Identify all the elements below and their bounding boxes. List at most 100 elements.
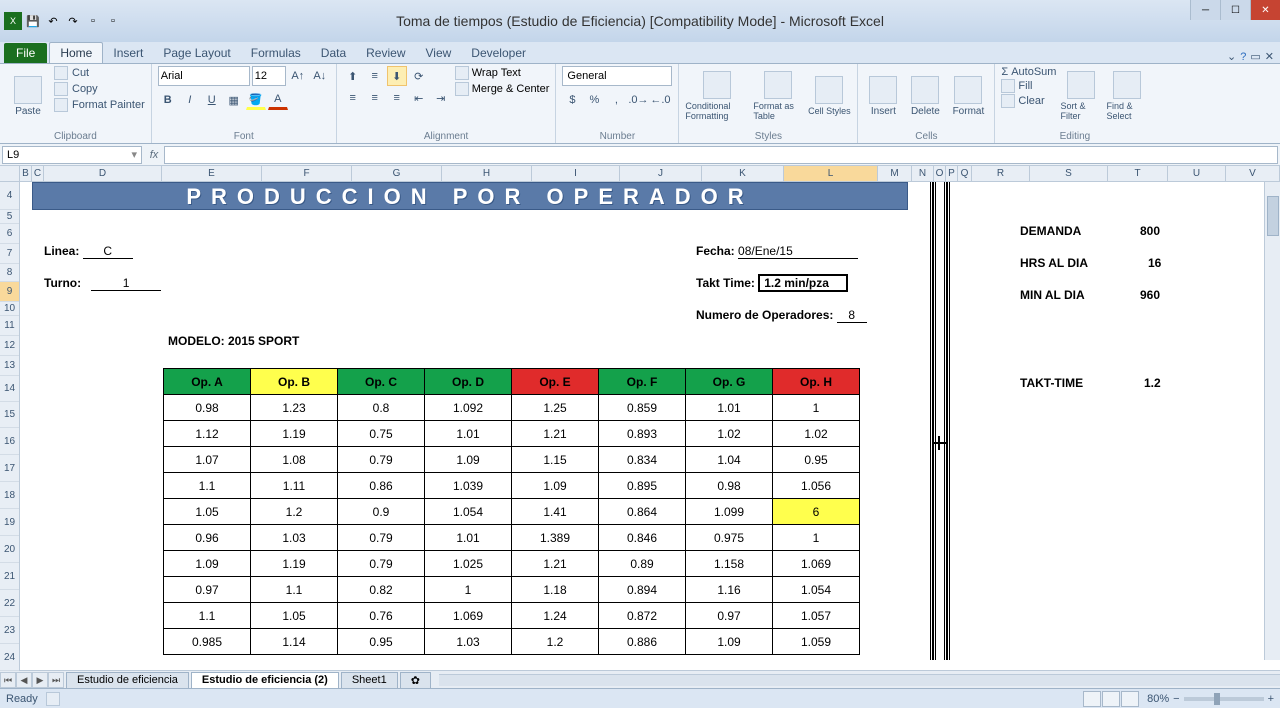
- scroll-thumb[interactable]: [1267, 196, 1279, 236]
- table-cell[interactable]: 1.039: [425, 473, 512, 499]
- underline-button[interactable]: U: [202, 90, 222, 110]
- column-header-T[interactable]: T: [1108, 166, 1168, 181]
- table-cell[interactable]: 1.099: [686, 499, 773, 525]
- table-cell[interactable]: 1.05: [251, 603, 338, 629]
- percent-icon[interactable]: %: [584, 90, 604, 110]
- column-header-O[interactable]: O: [934, 166, 946, 181]
- table-cell[interactable]: 1.01: [425, 421, 512, 447]
- column-header-K[interactable]: K: [702, 166, 784, 181]
- fx-icon[interactable]: fx: [144, 149, 164, 161]
- row-header-7[interactable]: 7: [0, 244, 19, 264]
- table-cell[interactable]: 0.872: [599, 603, 686, 629]
- row-header-22[interactable]: 22: [0, 590, 19, 617]
- table-cell[interactable]: 0.98: [686, 473, 773, 499]
- page-layout-view-button[interactable]: [1102, 691, 1120, 707]
- table-cell[interactable]: 1.069: [773, 551, 860, 577]
- row-header-18[interactable]: 18: [0, 482, 19, 509]
- row-header-19[interactable]: 19: [0, 509, 19, 536]
- maximize-button[interactable]: ☐: [1220, 0, 1250, 20]
- qat-icon-2[interactable]: ▫: [104, 12, 122, 30]
- row-header-21[interactable]: 21: [0, 563, 19, 590]
- column-header-P[interactable]: P: [946, 166, 958, 181]
- column-header-F[interactable]: F: [262, 166, 352, 181]
- table-cell[interactable]: 1.01: [425, 525, 512, 551]
- undo-icon[interactable]: ↶: [44, 12, 62, 30]
- tab-data[interactable]: Data: [311, 43, 356, 63]
- row-header-13[interactable]: 13: [0, 356, 19, 376]
- table-cell[interactable]: 0.79: [338, 447, 425, 473]
- comma-icon[interactable]: ,: [606, 90, 626, 110]
- sheet-tab[interactable]: Estudio de eficiencia: [66, 672, 189, 688]
- sheet-canvas[interactable]: PRODUCCION POR OPERADOR Linea: C Turno: …: [20, 182, 1280, 670]
- redo-icon[interactable]: ↷: [64, 12, 82, 30]
- sheet-nav-prev[interactable]: ◀: [16, 672, 32, 688]
- format-cells-button[interactable]: Format: [948, 66, 988, 126]
- table-cell[interactable]: 1.19: [251, 421, 338, 447]
- table-cell[interactable]: 1.056: [773, 473, 860, 499]
- bold-button[interactable]: B: [158, 90, 178, 110]
- table-cell[interactable]: 1.23: [251, 395, 338, 421]
- tab-developer[interactable]: Developer: [461, 43, 536, 63]
- row-header-16[interactable]: 16: [0, 428, 19, 455]
- new-sheet-button[interactable]: ✿: [400, 672, 431, 688]
- row-header-20[interactable]: 20: [0, 536, 19, 563]
- window-close-icon[interactable]: ✕: [1265, 50, 1274, 63]
- table-cell[interactable]: 1.12: [164, 421, 251, 447]
- table-cell[interactable]: 1.09: [425, 447, 512, 473]
- find-select-button[interactable]: Find & Select: [1106, 66, 1148, 126]
- row-header-14[interactable]: 14: [0, 376, 19, 402]
- table-cell[interactable]: 0.75: [338, 421, 425, 447]
- tab-review[interactable]: Review: [356, 43, 415, 63]
- table-cell[interactable]: 1.21: [512, 421, 599, 447]
- row-header-15[interactable]: 15: [0, 402, 19, 428]
- table-cell[interactable]: 1: [425, 577, 512, 603]
- select-all-corner[interactable]: [0, 166, 20, 181]
- column-header-L[interactable]: L: [784, 166, 878, 181]
- cut-button[interactable]: Cut: [54, 66, 145, 80]
- table-cell[interactable]: 0.8: [338, 395, 425, 421]
- tab-view[interactable]: View: [416, 43, 462, 63]
- table-cell[interactable]: 0.985: [164, 629, 251, 655]
- table-cell[interactable]: 1.24: [512, 603, 599, 629]
- align-left-icon[interactable]: ≡: [343, 88, 363, 108]
- table-cell[interactable]: 1.069: [425, 603, 512, 629]
- column-header-G[interactable]: G: [352, 166, 442, 181]
- row-header-9[interactable]: 9: [0, 282, 19, 302]
- sheet-nav-last[interactable]: ⏭: [48, 672, 64, 688]
- row-header-12[interactable]: 12: [0, 336, 19, 356]
- align-bottom-icon[interactable]: ⬇: [387, 66, 407, 86]
- table-cell[interactable]: 1.092: [425, 395, 512, 421]
- font-color-button[interactable]: A: [268, 90, 288, 110]
- paste-button[interactable]: Paste: [6, 66, 50, 126]
- increase-font-icon[interactable]: A↑: [288, 66, 308, 86]
- decrease-font-icon[interactable]: A↓: [310, 66, 330, 86]
- table-cell[interactable]: 0.834: [599, 447, 686, 473]
- align-top-icon[interactable]: ⬆: [343, 66, 363, 86]
- table-cell[interactable]: 0.95: [338, 629, 425, 655]
- close-button[interactable]: ✕: [1250, 0, 1280, 20]
- row-header-10[interactable]: 10: [0, 302, 19, 316]
- table-cell[interactable]: 1.09: [164, 551, 251, 577]
- sort-filter-button[interactable]: Sort & Filter: [1060, 66, 1102, 126]
- table-cell[interactable]: 1.18: [512, 577, 599, 603]
- fill-button[interactable]: Fill: [1001, 79, 1056, 93]
- insert-cells-button[interactable]: Insert: [864, 66, 902, 126]
- row-header-5[interactable]: 5: [0, 210, 19, 224]
- column-header-S[interactable]: S: [1030, 166, 1108, 181]
- table-cell[interactable]: 1.1: [164, 603, 251, 629]
- sheet-tab[interactable]: Estudio de eficiencia (2): [191, 672, 339, 688]
- table-cell[interactable]: 0.894: [599, 577, 686, 603]
- table-cell[interactable]: 1.1: [164, 473, 251, 499]
- table-cell[interactable]: 1.2: [251, 499, 338, 525]
- tab-formulas[interactable]: Formulas: [241, 43, 311, 63]
- clear-button[interactable]: Clear: [1001, 94, 1056, 108]
- table-cell[interactable]: 1.025: [425, 551, 512, 577]
- row-header-11[interactable]: 11: [0, 316, 19, 336]
- cell-styles-button[interactable]: Cell Styles: [807, 66, 851, 126]
- table-cell[interactable]: 1.03: [425, 629, 512, 655]
- column-header-I[interactable]: I: [532, 166, 620, 181]
- column-header-H[interactable]: H: [442, 166, 532, 181]
- table-cell[interactable]: 1.2: [512, 629, 599, 655]
- format-as-table-button[interactable]: Format as Table: [753, 66, 803, 126]
- page-break-view-button[interactable]: [1121, 691, 1139, 707]
